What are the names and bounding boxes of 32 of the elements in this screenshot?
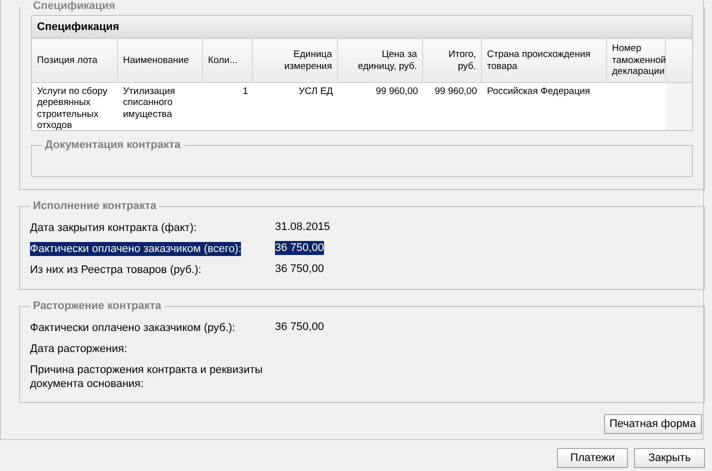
table-cell-text: Российская Федерация	[486, 85, 592, 99]
table-cell-text: Услуги по сбору деревянных строительных отходов	[36, 85, 108, 130]
field-value: 36 750,00	[275, 320, 324, 334]
field-label: Из них из Реестра товаров (руб.):	[30, 263, 202, 277]
field-value: 36 750,00	[275, 241, 324, 255]
field-label: Фактически оплачено заказчиком (всего):	[30, 242, 242, 256]
column-header[interactable]: Позиция лота	[32, 39, 118, 83]
dialog-button[interactable]: Платежи	[557, 448, 628, 468]
column-header[interactable]: Коли...	[203, 39, 253, 83]
column-header[interactable]: Номер таможенной декларации	[607, 39, 666, 83]
field-label: Причина расторжения контракта и реквизиты документа основания:	[30, 363, 263, 392]
column-header[interactable]: Цена за единицу, руб.	[338, 39, 423, 83]
field-label: Фактически оплачено заказчиком (руб.):	[30, 321, 236, 335]
column-header[interactable]: Итого, руб.	[423, 39, 482, 83]
column-header[interactable]: Страна происхождения товара	[482, 39, 607, 83]
field-label: Дата закрытия контракта (факт):	[30, 221, 197, 235]
print-form-button[interactable]: Печатная форма	[604, 414, 702, 434]
table-cell-text: Утилизация списанного имущества	[122, 85, 176, 122]
table-title: Спецификация	[32, 16, 692, 39]
table-cell-text: 1	[242, 85, 249, 99]
column-header[interactable]: Наименование	[118, 39, 203, 83]
table-cell-text: УСЛ ЕД	[298, 85, 334, 99]
table-cell-text: 99 960,00	[374, 85, 419, 99]
field-label: Дата расторжения:	[30, 342, 128, 356]
dialog-button[interactable]: Закрыть	[634, 448, 705, 468]
column-header[interactable]: Единица измерения	[253, 39, 338, 83]
field-value: 36 750,00	[275, 262, 324, 276]
field-value: 31.08.2015	[275, 220, 330, 234]
table-cell-text: 99 960,00	[434, 85, 478, 99]
section-legend: Расторжение контракта	[30, 300, 164, 312]
section-legend: Документация контракта	[42, 139, 184, 151]
section-legend: Исполнение контракта	[30, 200, 160, 212]
